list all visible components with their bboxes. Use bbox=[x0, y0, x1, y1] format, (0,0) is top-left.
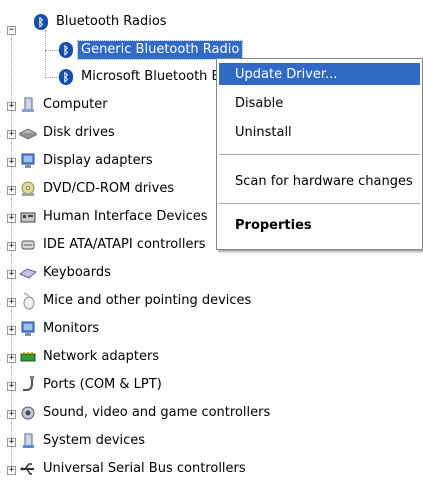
device-label: Microsoft Bluetooth Er bbox=[81, 69, 226, 84]
menu-item-disable[interactable]: Disable bbox=[219, 92, 420, 114]
tree-device-generic-bluetooth-radio[interactable]: ᛒ Generic Bluetooth Radio bbox=[57, 40, 244, 60]
system-device-icon bbox=[19, 432, 37, 450]
tree-category-disk-drives[interactable]: Disk drives bbox=[19, 123, 118, 143]
expand-toggle[interactable]: + bbox=[7, 214, 16, 223]
category-label: Display adapters bbox=[43, 153, 153, 168]
menu-separator bbox=[219, 203, 420, 204]
mouse-icon bbox=[19, 292, 37, 310]
category-label: Network adapters bbox=[43, 349, 160, 364]
tree-category-mice[interactable]: Mice and other pointing devices bbox=[19, 291, 254, 311]
tree-category-ports[interactable]: Ports (COM & LPT) bbox=[19, 375, 165, 395]
category-label: Sound, video and game controllers bbox=[43, 405, 271, 420]
category-label: Bluetooth Radios bbox=[56, 14, 167, 29]
tree-category-bluetooth-radios[interactable]: ᛒ Bluetooth Radios bbox=[32, 12, 170, 32]
expand-toggle[interactable]: + bbox=[7, 382, 16, 391]
monitor-icon bbox=[19, 320, 37, 338]
bluetooth-icon: ᛒ bbox=[57, 68, 75, 86]
tree-category-network-adapters[interactable]: Network adapters bbox=[19, 347, 162, 367]
menu-item-scan-hardware[interactable]: Scan for hardware changes bbox=[219, 170, 420, 192]
tree-device-microsoft-bluetooth[interactable]: ᛒ Microsoft Bluetooth Er bbox=[57, 67, 228, 87]
collapse-toggle[interactable]: − bbox=[7, 26, 16, 35]
expand-toggle[interactable]: + bbox=[7, 186, 16, 195]
category-label: Keyboards bbox=[43, 265, 111, 280]
category-label: Mice and other pointing devices bbox=[43, 293, 252, 308]
tree-category-human-interface-devices[interactable]: Human Interface Devices bbox=[19, 207, 211, 227]
category-label: Computer bbox=[43, 97, 108, 112]
category-label: Disk drives bbox=[43, 125, 115, 140]
tree-line bbox=[11, 30, 13, 472]
tree-category-dvd-cdrom-drives[interactable]: DVD/CD-ROM drives bbox=[19, 179, 177, 199]
port-icon bbox=[19, 376, 37, 394]
menu-item-properties[interactable]: Properties bbox=[219, 214, 420, 236]
tree-line bbox=[45, 30, 47, 78]
expand-toggle[interactable]: + bbox=[7, 354, 16, 363]
category-label: Monitors bbox=[43, 321, 100, 336]
category-label: System devices bbox=[43, 433, 146, 448]
disk-drive-icon bbox=[19, 124, 37, 142]
display-adapter-icon bbox=[19, 152, 37, 170]
usb-icon bbox=[19, 460, 37, 478]
expand-toggle[interactable]: + bbox=[7, 298, 16, 307]
category-label: IDE ATA/ATAPI controllers bbox=[43, 237, 206, 252]
expand-toggle[interactable]: + bbox=[7, 270, 16, 279]
expand-toggle[interactable]: + bbox=[7, 242, 16, 251]
expand-toggle[interactable]: + bbox=[7, 438, 16, 447]
computer-icon bbox=[19, 96, 37, 114]
category-label: Ports (COM & LPT) bbox=[43, 377, 162, 392]
expand-toggle[interactable]: + bbox=[7, 410, 16, 419]
bluetooth-icon: ᛒ bbox=[57, 41, 75, 59]
ide-controller-icon bbox=[19, 236, 37, 254]
keyboard-icon bbox=[19, 264, 37, 282]
device-label: Generic Bluetooth Radio bbox=[76, 40, 244, 60]
expand-toggle[interactable]: + bbox=[7, 326, 16, 335]
tree-category-keyboards[interactable]: Keyboards bbox=[19, 263, 114, 283]
tree-category-system-devices[interactable]: System devices bbox=[19, 431, 148, 451]
bluetooth-icon: ᛒ bbox=[32, 13, 50, 31]
tree-category-ide-controllers[interactable]: IDE ATA/ATAPI controllers bbox=[19, 235, 209, 255]
dvd-drive-icon bbox=[19, 180, 37, 198]
category-label: Human Interface Devices bbox=[43, 209, 208, 224]
tree-category-display-adapters[interactable]: Display adapters bbox=[19, 151, 156, 171]
expand-toggle[interactable]: + bbox=[7, 102, 16, 111]
hid-icon bbox=[19, 208, 37, 226]
tree-category-sound[interactable]: Sound, video and game controllers bbox=[19, 403, 273, 423]
menu-item-update-driver[interactable]: Update Driver... bbox=[219, 63, 420, 85]
sound-icon bbox=[19, 404, 37, 422]
expand-toggle[interactable]: + bbox=[7, 466, 16, 475]
expand-toggle[interactable]: + bbox=[7, 130, 16, 139]
category-label: DVD/CD-ROM drives bbox=[43, 181, 175, 196]
tree-category-usb-controllers[interactable]: Universal Serial Bus controllers bbox=[19, 459, 249, 479]
tree-category-computer[interactable]: Computer bbox=[19, 95, 111, 115]
menu-item-uninstall[interactable]: Uninstall bbox=[219, 121, 420, 143]
category-label: Universal Serial Bus controllers bbox=[43, 461, 246, 476]
menu-separator bbox=[219, 154, 420, 155]
expand-toggle[interactable]: + bbox=[7, 158, 16, 167]
tree-category-monitors[interactable]: Monitors bbox=[19, 319, 102, 339]
network-adapter-icon bbox=[19, 348, 37, 366]
context-menu: Update Driver... Disable Uninstall Scan … bbox=[216, 58, 423, 250]
